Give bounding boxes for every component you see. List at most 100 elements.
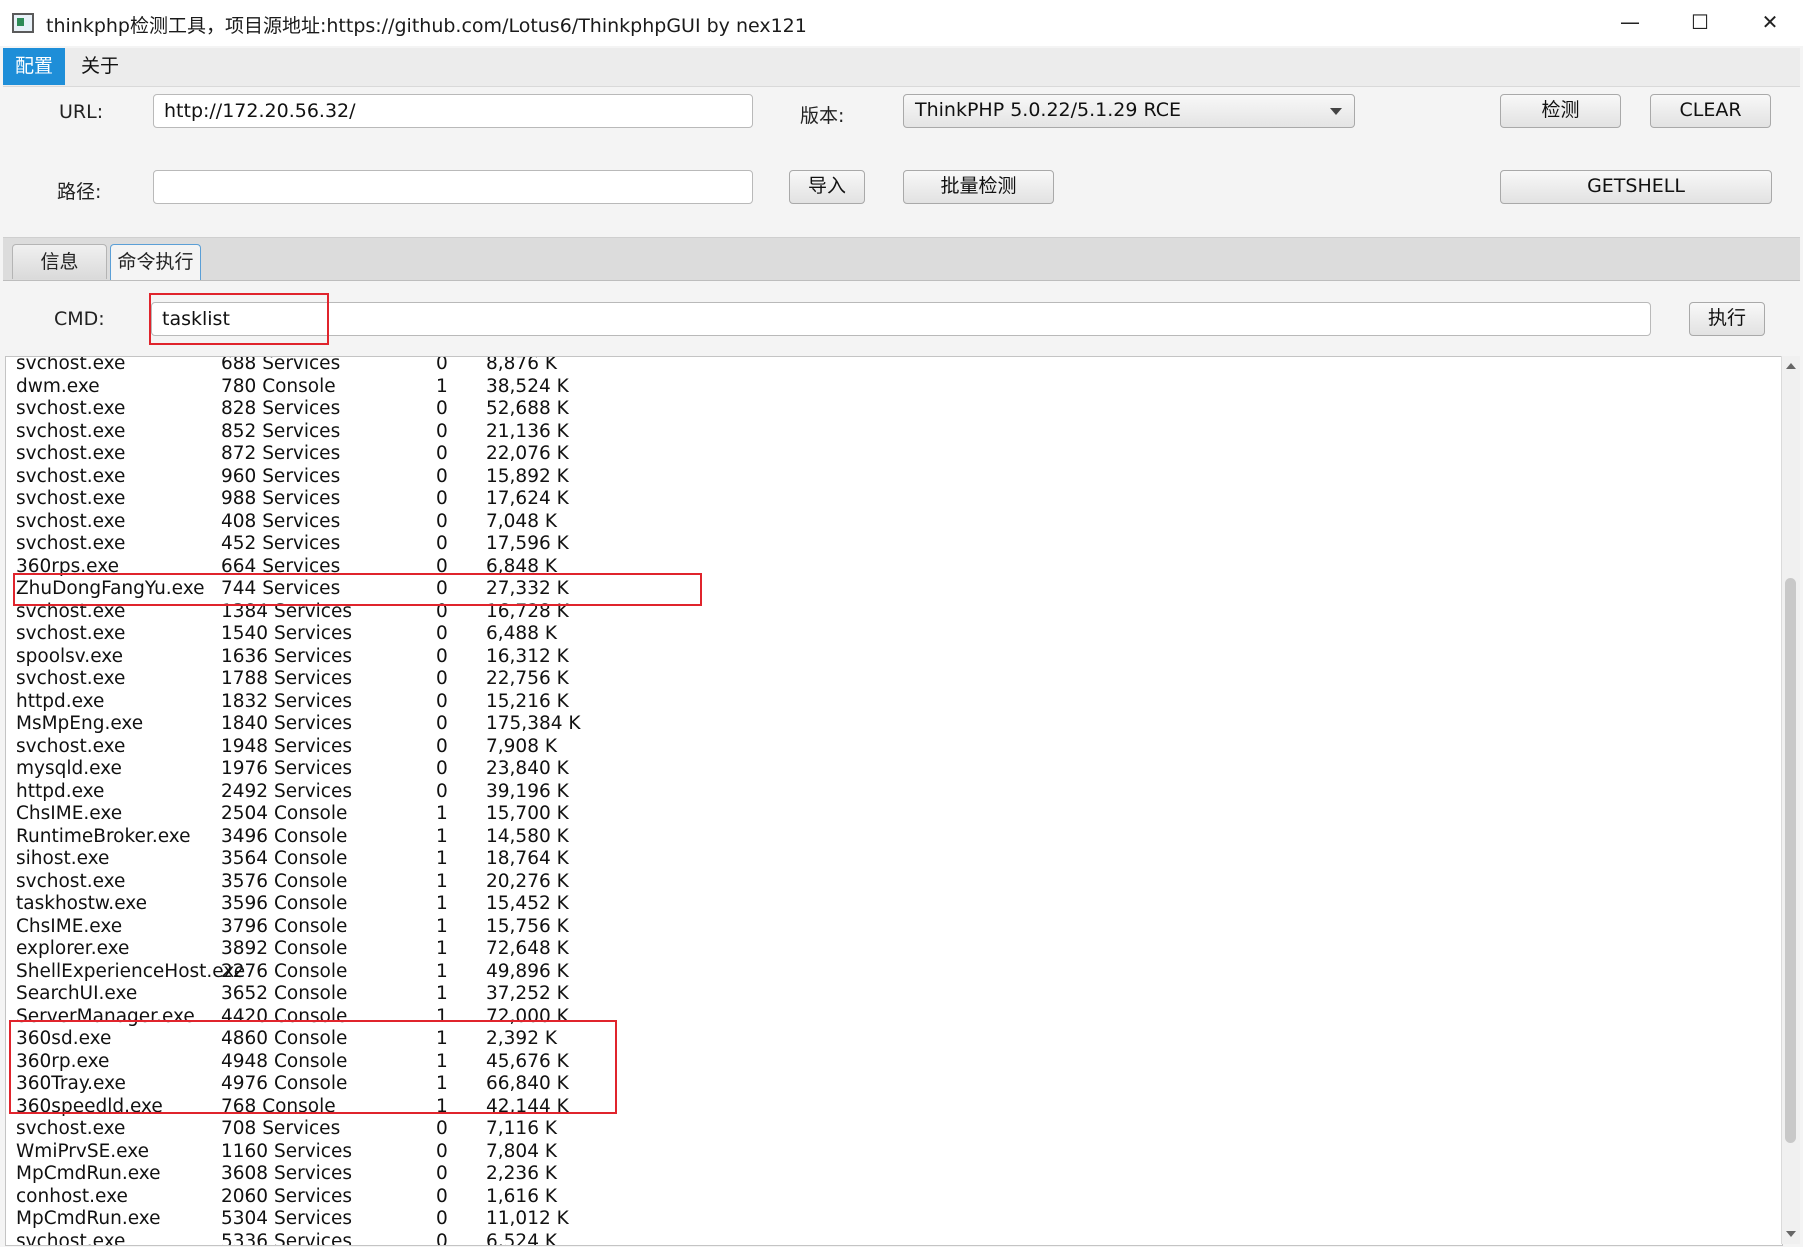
- memory-usage: 37,252 K: [486, 983, 569, 1004]
- session-number: 0: [436, 1208, 448, 1229]
- memory-usage: 18,764 K: [486, 848, 569, 869]
- process-pid-session: 408 Services: [221, 510, 341, 532]
- maximize-button[interactable]: ☐: [1665, 0, 1735, 46]
- process-name: svchost.exe: [16, 735, 126, 757]
- cmd-highlight-box: [149, 293, 329, 345]
- session-number: 0: [436, 1140, 448, 1162]
- scroll-down-icon[interactable]: [1786, 1231, 1796, 1237]
- window-title: thinkphp检测工具，项目源地址:https://github.com/Lo…: [46, 15, 807, 37]
- memory-usage: 17,596 K: [486, 533, 569, 554]
- process-pid-session: 3796 Console: [221, 915, 348, 937]
- process-name: httpd.exe: [16, 690, 105, 712]
- process-pid-session: 3652 Console: [221, 983, 348, 1004]
- scrollbar-thumb[interactable]: [1785, 578, 1796, 1143]
- menu-bar: 配置 关于: [3, 48, 1800, 87]
- session-number: 1: [436, 870, 448, 892]
- session-number: 0: [436, 690, 448, 712]
- process-pid-session: 2276 Console: [221, 960, 348, 982]
- session-number: 0: [436, 1185, 448, 1207]
- memory-usage: 8,876 K: [486, 356, 557, 374]
- process-pid-session: 3576 Console: [221, 870, 348, 892]
- process-pid-session: 1840 Services: [221, 713, 352, 734]
- memory-usage: 38,524 K: [486, 375, 569, 397]
- process-pid-session: 3564 Console: [221, 848, 348, 869]
- process-pid-session: 3496 Console: [221, 825, 348, 847]
- process-pid-session: 1636 Services: [221, 645, 352, 667]
- import-button[interactable]: 导入: [789, 170, 865, 204]
- app-icon: [12, 13, 34, 33]
- process-pid-session: 960 Services: [221, 465, 341, 487]
- process-pid-session: 1976 Services: [221, 758, 352, 779]
- menu-about[interactable]: 关于: [69, 48, 131, 85]
- memory-usage: 11,012 K: [486, 1208, 569, 1229]
- memory-usage: 7,908 K: [486, 735, 557, 757]
- process-name: svchost.exe: [16, 488, 126, 509]
- session-number: 0: [436, 780, 448, 802]
- menu-config[interactable]: 配置: [3, 48, 66, 85]
- clear-button[interactable]: CLEAR: [1650, 94, 1771, 128]
- cmd-input[interactable]: tasklist: [151, 302, 1651, 336]
- path-input[interactable]: [153, 170, 753, 204]
- version-select-value: ThinkPHP 5.0.22/5.1.29 RCE: [915, 99, 1182, 121]
- batch-detect-button[interactable]: 批量检测: [903, 170, 1054, 204]
- memory-usage: 17,624 K: [486, 488, 569, 509]
- session-number: 0: [436, 735, 448, 757]
- version-label: 版本:: [800, 105, 845, 127]
- session-number: 1: [436, 960, 448, 982]
- session-number: 1: [436, 893, 448, 914]
- session-number: 1: [436, 848, 448, 869]
- memory-usage: 15,216 K: [486, 690, 569, 712]
- process-name: dwm.exe: [16, 375, 100, 397]
- memory-usage: 16,312 K: [486, 645, 569, 667]
- session-number: 0: [436, 668, 448, 689]
- tab-info[interactable]: 信息: [12, 244, 107, 279]
- memory-usage: 15,756 K: [486, 915, 569, 937]
- getshell-button[interactable]: GETSHELL: [1500, 170, 1772, 204]
- process-name: ShellExperienceHost.exe: [16, 960, 246, 982]
- process-pid-session: 688 Services: [221, 356, 341, 374]
- detect-button[interactable]: 检测: [1500, 94, 1621, 128]
- session-number: 1: [436, 825, 448, 847]
- process-pid-session: 3596 Console: [221, 893, 348, 914]
- scroll-up-icon[interactable]: [1786, 363, 1796, 369]
- title-bar: thinkphp检测工具，项目源地址:https://github.com/Lo…: [0, 0, 1803, 46]
- output-textarea[interactable]: svchost.exe 688 Services 0 8,876 K dwm.exe 78…: [5, 356, 1783, 1246]
- session-number: 0: [436, 645, 448, 667]
- process-name: svchost.exe: [16, 510, 126, 532]
- process-name: spoolsv.exe: [16, 645, 124, 667]
- process-pid-session: 1160 Services: [221, 1140, 352, 1162]
- url-label: URL:: [59, 101, 104, 123]
- process-name: sihost.exe: [16, 848, 110, 869]
- process-pid-session: 452 Services: [221, 533, 341, 554]
- process-name: svchost.exe: [16, 1118, 126, 1139]
- memory-usage: 7,116 K: [486, 1118, 557, 1139]
- app-window: thinkphp检测工具，项目源地址:https://github.com/Lo…: [0, 0, 1803, 1247]
- session-number: 0: [436, 420, 448, 442]
- version-select[interactable]: ThinkPHP 5.0.22/5.1.29 RCE: [903, 94, 1355, 128]
- process-pid-session: 708 Services: [221, 1118, 341, 1139]
- memory-usage: 15,892 K: [486, 465, 569, 487]
- memory-usage: 6,524 K: [486, 1230, 557, 1246]
- session-number: 0: [436, 758, 448, 779]
- close-button[interactable]: ✕: [1735, 0, 1803, 46]
- tab-command-exec[interactable]: 命令执行: [110, 244, 201, 280]
- process-name: explorer.exe: [16, 938, 130, 959]
- process-name: svchost.exe: [16, 870, 126, 892]
- process-pid-session: 828 Services: [221, 398, 341, 419]
- session-number: 0: [436, 1230, 448, 1246]
- memory-usage: 7,048 K: [486, 510, 557, 532]
- url-input[interactable]: http://172.20.56.32/: [153, 94, 753, 128]
- session-number: 0: [436, 1118, 448, 1139]
- minimize-button[interactable]: —: [1595, 0, 1665, 46]
- execute-button[interactable]: 执行: [1689, 302, 1765, 336]
- process-pid-session: 1540 Services: [221, 623, 352, 644]
- chevron-down-icon: [1330, 108, 1342, 115]
- process-pid-session: 872 Services: [221, 443, 341, 464]
- session-number: 0: [436, 713, 448, 734]
- process-pid-session: 1832 Services: [221, 690, 352, 712]
- process-name: svchost.exe: [16, 1230, 126, 1246]
- process-name: svchost.exe: [16, 356, 126, 374]
- memory-usage: 23,840 K: [486, 758, 569, 779]
- output-scrollbar[interactable]: [1781, 356, 1800, 1244]
- session-number: 1: [436, 803, 448, 824]
